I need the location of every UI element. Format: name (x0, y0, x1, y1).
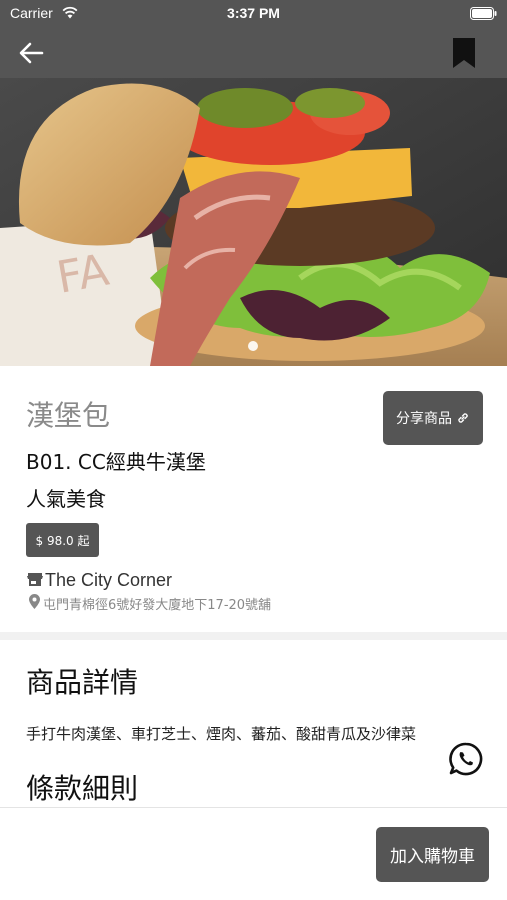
back-button[interactable] (16, 38, 46, 68)
store-address: 屯門青棉徑6號好發大廈地下17-20號舖 (43, 598, 272, 613)
link-icon (458, 413, 468, 423)
product-name: B01. CC經典牛漢堡 (26, 450, 206, 474)
terms-heading: 條款細則 (26, 772, 139, 805)
store-icon (27, 573, 43, 586)
status-time: 3:37 PM (227, 5, 280, 21)
store-name[interactable]: The City Corner (45, 570, 172, 591)
arrow-left-icon (19, 42, 44, 64)
nav-bar (0, 28, 507, 78)
add-to-cart-button[interactable]: 加入購物車 (376, 827, 489, 882)
product-image-carousel[interactable]: FA (0, 78, 507, 366)
product-category: 漢堡包 (26, 399, 111, 432)
svg-text:FA: FA (53, 245, 112, 304)
product-details-heading: 商品詳情 (26, 666, 139, 699)
burger-image: FA (0, 78, 507, 366)
location-pin-icon (29, 594, 40, 609)
status-bar: Carrier 3:37 PM (0, 0, 507, 28)
share-product-button[interactable]: 分享商品 (383, 391, 483, 445)
share-button-label: 分享商品 (396, 411, 452, 427)
whatsapp-button[interactable] (448, 741, 484, 777)
product-description: 手打牛肉漢堡、車打芝士、煙肉、蕃茄、酸甜青瓜及沙律菜 (26, 725, 417, 743)
price-badge: $ 98.0 起 (26, 523, 99, 557)
section-divider (0, 632, 507, 640)
product-tag: 人氣美食 (26, 487, 106, 511)
bookmark-button[interactable] (451, 37, 477, 69)
carousel-indicator-dot[interactable] (248, 341, 258, 351)
whatsapp-icon (449, 742, 483, 776)
battery-icon (470, 7, 497, 20)
bookmark-icon (453, 38, 475, 68)
